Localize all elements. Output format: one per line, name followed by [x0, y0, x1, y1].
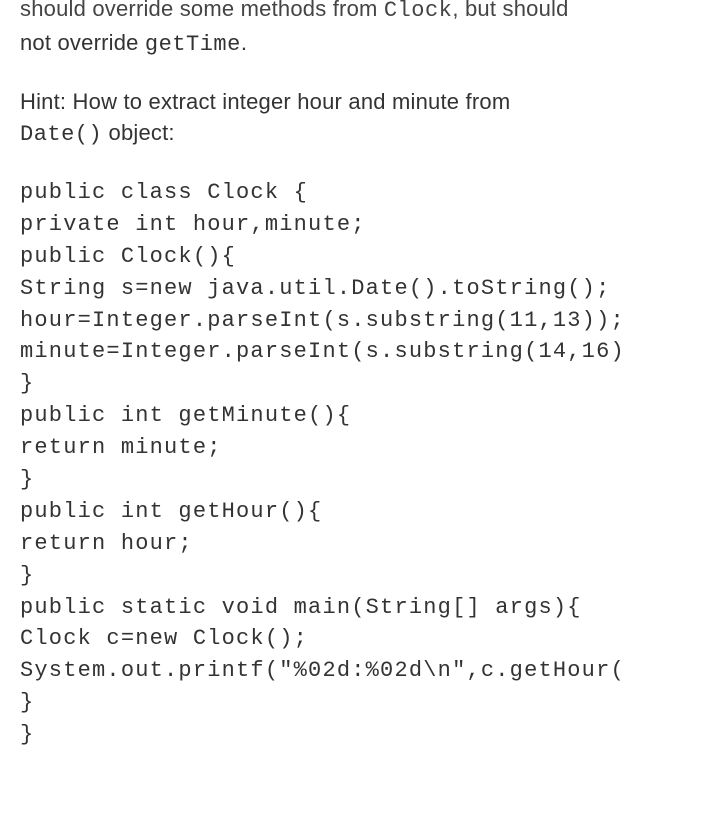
code-line-4: String s=new java.util.Date().toString()…	[20, 276, 611, 301]
code-line-6: minute=Integer.parseInt(s.substring(14,1…	[20, 339, 625, 364]
code-line-15: Clock c=new Clock();	[20, 626, 308, 651]
code-line-16: System.out.printf("%02d:%02d\n",c.getHou…	[20, 658, 625, 683]
hint-line-2: Date() object:	[20, 118, 700, 151]
intro-line2-pre: not override	[20, 30, 145, 55]
intro-line2-code: getTime	[145, 32, 241, 57]
code-line-5: hour=Integer.parseInt(s.substring(11,13)…	[20, 308, 625, 333]
code-line-12: return hour;	[20, 531, 193, 556]
code-line-3: public Clock(){	[20, 244, 236, 269]
code-line-11: public int getHour(){	[20, 499, 322, 524]
hint-line2-post: object:	[102, 120, 175, 145]
hint-line-1: Hint: How to extract integer hour and mi…	[20, 87, 700, 118]
code-line-7: }	[20, 371, 34, 396]
code-line-8: public int getMinute(){	[20, 403, 351, 428]
hint-block: Hint: How to extract integer hour and mi…	[20, 87, 700, 151]
code-line-1: public class Clock {	[20, 180, 308, 205]
intro-line1-code: Clock	[384, 0, 453, 23]
intro-line-1: should override some methods from Clock,…	[20, 0, 700, 26]
document-content: should override some methods from Clock,…	[20, 0, 700, 751]
code-line-10: }	[20, 467, 34, 492]
code-block: public class Clock { private int hour,mi…	[20, 177, 700, 751]
code-line-14: public static void main(String[] args){	[20, 595, 582, 620]
intro-line1-pre: should override some methods from	[20, 0, 384, 21]
code-line-13: }	[20, 563, 34, 588]
code-line-2: private int hour,minute;	[20, 212, 366, 237]
intro-line1-post: , but should	[452, 0, 568, 21]
intro-line-2: not override getTime.	[20, 28, 700, 60]
hint-line2-code: Date()	[20, 122, 102, 147]
intro-line2-post: .	[241, 30, 247, 55]
code-line-17: }	[20, 690, 34, 715]
code-line-9: return minute;	[20, 435, 222, 460]
code-line-18: }	[20, 722, 34, 747]
